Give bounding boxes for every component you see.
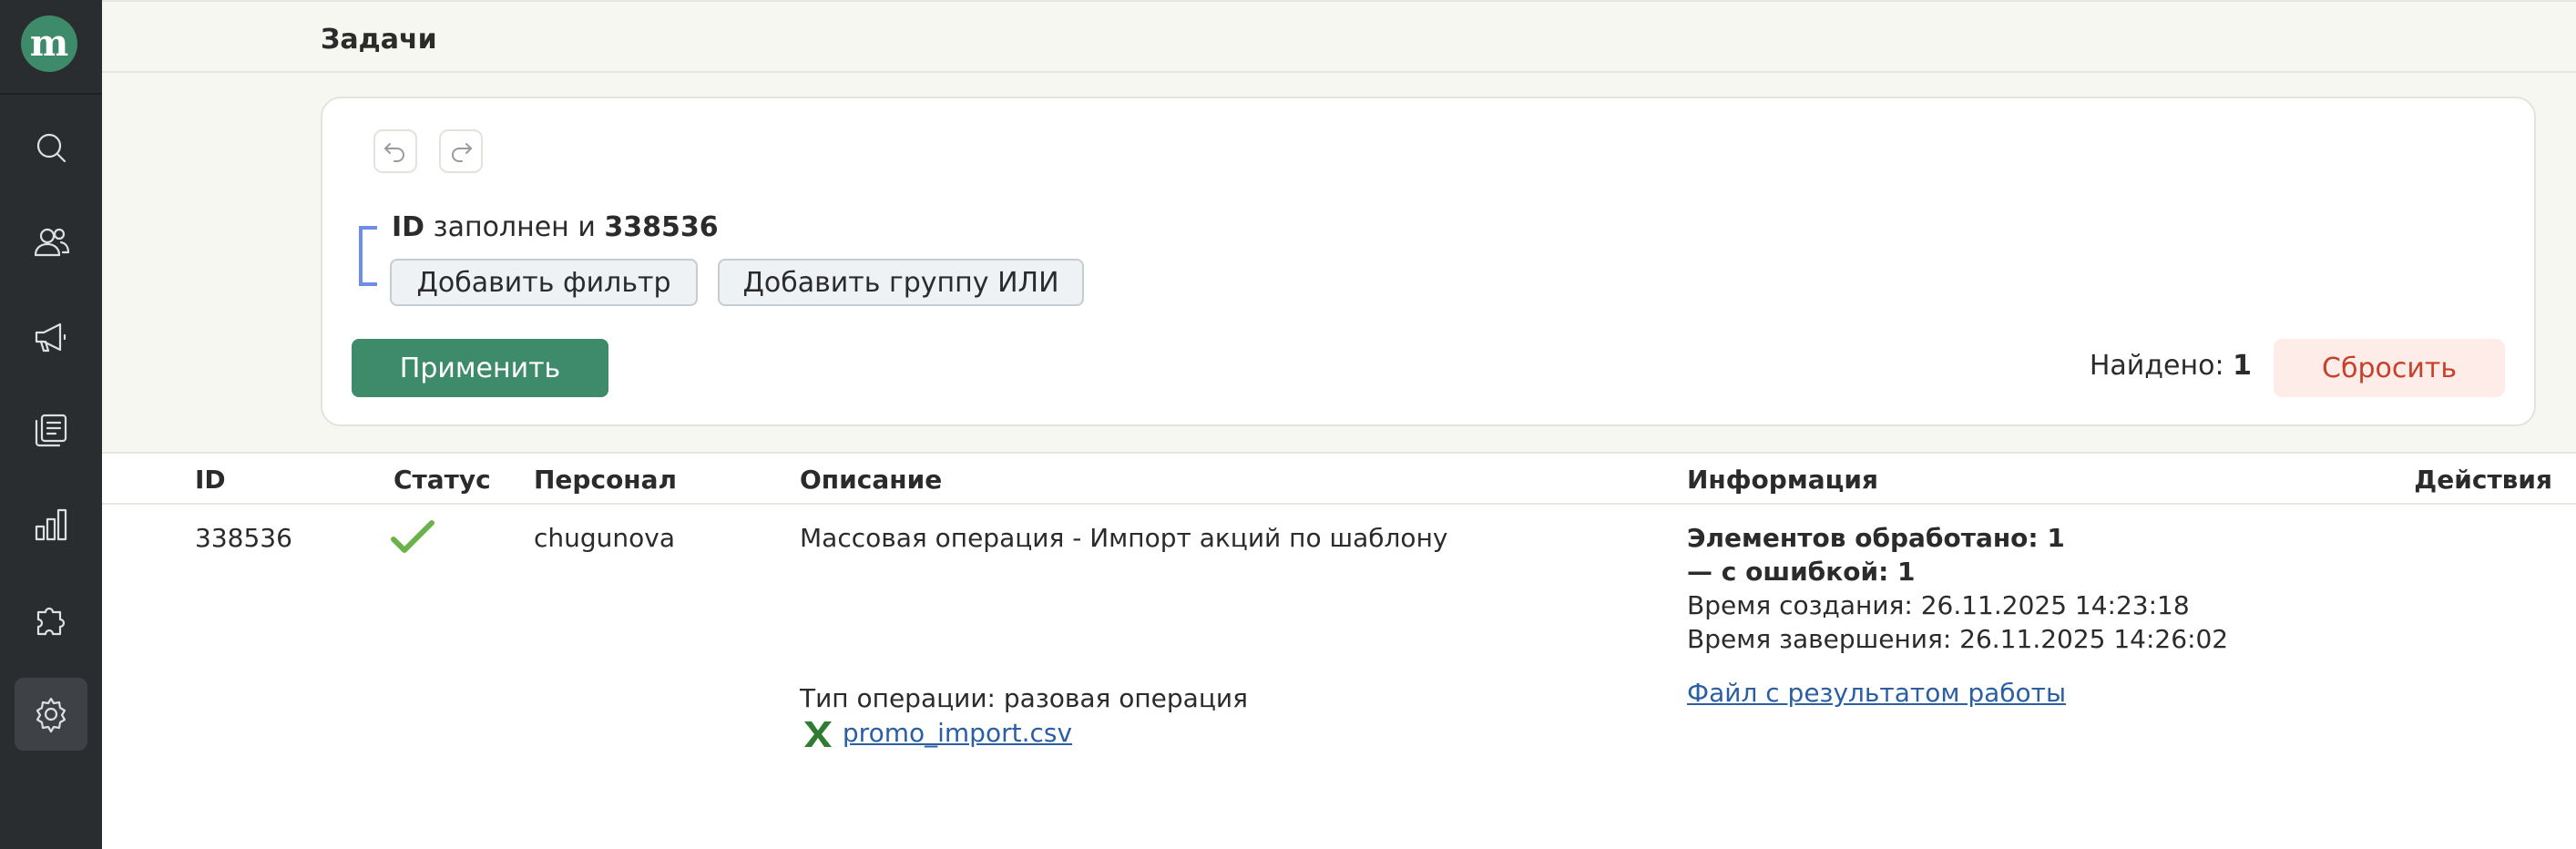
sidebar-item-users[interactable] <box>15 206 87 279</box>
sidebar-item-analytics[interactable] <box>15 488 87 561</box>
undo-icon <box>384 143 404 162</box>
filter-condition[interactable]: ID заполнен и 338536 <box>392 211 719 243</box>
sidebar-item-settings[interactable] <box>15 678 87 751</box>
filter-value: 338536 <box>604 211 719 243</box>
column-header-actions: Действия <box>2414 465 2552 495</box>
filter-operator: заполнен и <box>433 211 596 243</box>
found-label: Найдено: <box>2089 350 2224 382</box>
page-header: Задачи <box>102 0 2576 73</box>
documents-icon <box>35 414 67 447</box>
info-errors: — с ошибкой: 1 <box>1687 557 1916 587</box>
add-filter-button[interactable]: Добавить фильтр <box>390 259 698 306</box>
row-source-file[interactable]: promo_import.csv <box>802 716 1072 750</box>
checkmark-icon <box>391 520 434 553</box>
sidebar-item-campaigns[interactable] <box>15 301 87 373</box>
table-header: ID Статус Персонал Описание Информация Д… <box>102 454 2576 505</box>
sidebar-divider <box>0 93 102 95</box>
gear-icon <box>36 697 66 733</box>
redo-icon <box>452 143 472 162</box>
row-operation-type: Тип операции: разовая операция <box>800 683 1248 713</box>
puzzle-icon <box>36 607 66 636</box>
add-or-group-button[interactable]: Добавить группу ИЛИ <box>718 259 1084 306</box>
filter-group-bracket <box>359 226 377 286</box>
users-icon <box>34 228 70 257</box>
column-header-staff[interactable]: Персонал <box>534 465 677 495</box>
row-description: Массовая операция - Импорт акций по шабл… <box>800 523 1448 553</box>
page-title: Задачи <box>321 24 437 56</box>
row-staff: chugunova <box>534 523 676 553</box>
reset-button[interactable]: Сбросить <box>2274 339 2505 397</box>
undo-button[interactable] <box>373 129 417 173</box>
filter-field: ID <box>392 211 425 243</box>
row-info: Элементов обработано: 1 — с ошибкой: 1 В… <box>1687 521 2228 656</box>
apply-button[interactable]: Применить <box>352 339 608 397</box>
status-cell <box>390 519 435 564</box>
row-id: 338536 <box>195 523 292 553</box>
sidebar: m <box>0 0 102 849</box>
result-file-link[interactable]: Файл с результатом работы <box>1687 676 2066 710</box>
sidebar-item-content[interactable] <box>15 394 87 466</box>
bar-chart-icon <box>35 508 67 541</box>
sidebar-item-integrations[interactable] <box>15 583 87 656</box>
info-finished: Время завершения: 26.11.2025 14:26:02 <box>1687 624 2229 654</box>
megaphone-icon <box>35 322 66 353</box>
sidebar-item-search[interactable] <box>15 111 87 184</box>
column-header-status[interactable]: Статус <box>394 465 491 495</box>
found-count: Найдено: 1 <box>2090 350 2252 382</box>
search-icon <box>36 133 66 163</box>
column-header-id[interactable]: ID <box>195 465 226 495</box>
column-header-info[interactable]: Информация <box>1687 465 1878 495</box>
filter-panel: ID заполнен и 338536 Добавить фильтр Доб… <box>321 97 2536 426</box>
redo-button[interactable] <box>439 129 483 173</box>
found-value: 1 <box>2233 350 2252 382</box>
info-processed: Элементов обработано: 1 <box>1687 523 2065 553</box>
excel-file-icon <box>804 721 832 747</box>
source-file-link[interactable]: promo_import.csv <box>843 718 1072 748</box>
app-logo[interactable]: m <box>21 15 77 72</box>
info-created: Время создания: 26.11.2025 14:23:18 <box>1687 590 2190 620</box>
column-header-description[interactable]: Описание <box>800 465 942 495</box>
